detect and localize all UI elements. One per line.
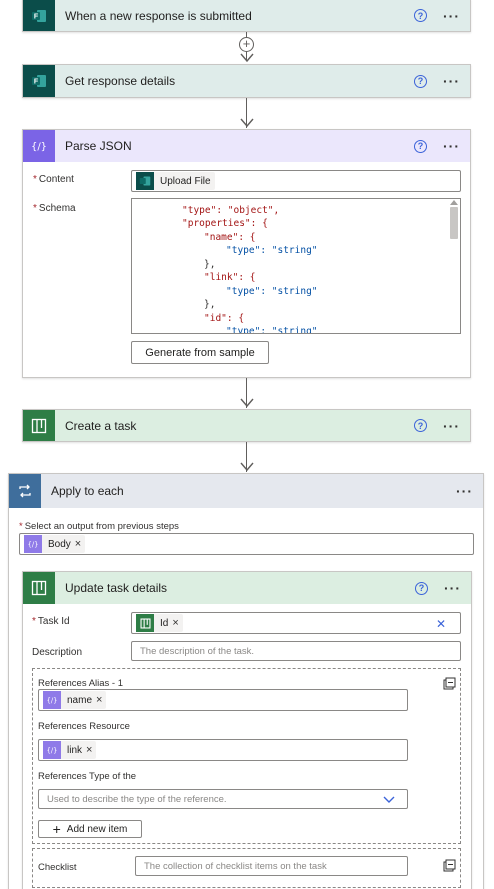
loop-icon	[9, 474, 41, 508]
description-input[interactable]: The description of the task.	[131, 641, 461, 661]
schema-line: "link": {	[204, 272, 256, 283]
schema-label: * Schema	[33, 203, 76, 214]
help-icon[interactable]: ?	[414, 139, 427, 153]
arrow-down-icon	[240, 462, 254, 472]
help-icon[interactable]: ?	[415, 581, 428, 595]
scroll-up-arrow[interactable]	[450, 200, 458, 205]
remove-item-icon[interactable]	[442, 677, 456, 691]
select-output-input[interactable]: {/} Body ×	[19, 533, 474, 555]
references-type-label: References Type of the reference - 1	[38, 771, 137, 782]
parse-json-icon: {/}	[43, 741, 61, 759]
parse-json-icon: {/}	[23, 130, 55, 162]
card-title: Get response details	[65, 74, 176, 88]
content-label: * Content	[33, 174, 74, 185]
card-title: Create a task	[65, 418, 137, 433]
schema-line: "type": "object",	[182, 205, 280, 216]
update-task-card-header[interactable]: Update task details ? ···	[23, 572, 471, 604]
references-alias-label: References Alias - 1	[38, 678, 124, 689]
schema-line: "type": "string"	[226, 245, 318, 256]
description-label: Description	[32, 647, 83, 658]
plus-icon: +	[52, 821, 61, 837]
arrow-down-icon	[240, 118, 254, 128]
upload-file-token[interactable]: Upload File	[136, 172, 215, 190]
name-token[interactable]: {/} name ×	[43, 691, 107, 709]
forms-icon	[136, 172, 154, 190]
parse-json-icon: {/}	[43, 691, 61, 709]
schema-line: "properties": {	[182, 218, 268, 229]
generate-from-sample-button[interactable]: Generate from sample	[131, 341, 269, 364]
arrow-down-icon	[240, 398, 254, 408]
select-output-label: * Select an output from previous steps	[19, 521, 179, 532]
planner-icon	[23, 572, 55, 604]
create-task-card-header[interactable]: Create a task ? ···	[23, 410, 470, 441]
remove-token-icon[interactable]: ×	[75, 538, 85, 550]
remove-token-icon[interactable]: ×	[96, 694, 106, 706]
card-title: Update task details	[65, 581, 168, 595]
body-token[interactable]: {/} Body ×	[24, 535, 86, 553]
more-options-icon[interactable]: ···	[443, 9, 460, 23]
help-icon[interactable]: ?	[414, 419, 427, 432]
create-task-card[interactable]: Create a task ? ···	[22, 409, 471, 442]
svg-text:{/}: {/}	[47, 697, 58, 705]
card-title: Parse JSON	[65, 139, 132, 153]
apply-to-each-card-header[interactable]: Apply to each ···	[9, 474, 483, 508]
forms-icon: F	[23, 65, 55, 97]
more-options-icon[interactable]: ···	[444, 581, 461, 595]
add-new-item-button[interactable]: + Add new item	[38, 820, 142, 838]
insert-step-button[interactable]: +	[239, 37, 254, 52]
schema-line: "type": "string"	[226, 326, 318, 334]
remove-token-icon[interactable]: ×	[86, 744, 96, 756]
get-response-card-header[interactable]: F Get response details ? ···	[23, 65, 470, 97]
task-id-input[interactable]: Id × ✕	[131, 612, 461, 634]
references-type-select[interactable]: Used to describe the type of the referen…	[38, 789, 408, 809]
trigger-card[interactable]: F When a new response is submitted ? ···	[22, 0, 471, 32]
references-group: References Alias - 1 {/} name × Referenc…	[32, 668, 461, 844]
schema-line: "id": {	[204, 313, 245, 324]
trigger-card-header[interactable]: F When a new response is submitted ? ···	[23, 0, 470, 31]
references-resource-label: References Resource link - 1	[38, 721, 130, 732]
more-options-icon[interactable]: ···	[443, 74, 460, 88]
task-id-label: * Task Id	[32, 616, 70, 627]
schema-line: "name": {	[204, 232, 256, 243]
schema-line: },	[204, 259, 216, 270]
card-title: Apply to each	[51, 484, 124, 498]
help-icon[interactable]: ?	[414, 9, 427, 22]
more-options-icon[interactable]: ···	[443, 419, 460, 433]
remove-token-icon[interactable]: ×	[172, 617, 182, 629]
content-input[interactable]: Upload File	[131, 170, 461, 192]
forms-icon: F	[23, 0, 55, 31]
link-token[interactable]: {/} link ×	[43, 741, 97, 759]
schema-line: },	[204, 299, 216, 310]
references-alias-input[interactable]: {/} name ×	[38, 689, 408, 711]
card-title: When a new response is submitted	[65, 8, 252, 23]
svg-text:{/}: {/}	[31, 142, 47, 153]
svg-text:{/}: {/}	[28, 541, 39, 549]
scrollbar-thumb[interactable]	[450, 207, 458, 239]
schema-line: "type": "string"	[226, 286, 318, 297]
parse-json-card[interactable]: {/} Parse JSON ? ··· * Content Upload Fil…	[22, 129, 471, 378]
remove-item-icon[interactable]	[442, 859, 456, 873]
svg-text:F: F	[34, 13, 39, 20]
schema-editor[interactable]: "type": "object", "properties": { "name"…	[131, 198, 461, 334]
parse-json-card-header[interactable]: {/} Parse JSON ? ···	[23, 130, 470, 162]
planner-icon	[136, 614, 154, 632]
chevron-down-icon[interactable]	[383, 796, 395, 804]
update-task-card[interactable]: Update task details ? ··· * Task Id Id × …	[22, 571, 472, 889]
more-options-icon[interactable]: ···	[443, 139, 460, 153]
checklist-label: Checklist	[38, 862, 77, 873]
arrow-down-icon	[240, 53, 254, 63]
checklist-input[interactable]: The collection of checklist items on the…	[135, 856, 408, 876]
parse-json-icon: {/}	[24, 535, 42, 553]
references-resource-input[interactable]: {/} link ×	[38, 739, 408, 761]
apply-to-each-card[interactable]: Apply to each ··· * Select an output from…	[8, 473, 484, 889]
help-icon[interactable]: ?	[414, 74, 427, 88]
planner-icon	[23, 410, 55, 441]
clear-field-icon[interactable]: ✕	[436, 617, 446, 631]
checklist-group: Checklist The collection of checklist it…	[32, 848, 461, 888]
id-token[interactable]: Id ×	[136, 614, 183, 632]
svg-text:{/}: {/}	[47, 747, 58, 755]
get-response-card[interactable]: F Get response details ? ···	[22, 64, 471, 98]
svg-text:F: F	[34, 79, 39, 86]
more-options-icon[interactable]: ···	[456, 484, 473, 498]
